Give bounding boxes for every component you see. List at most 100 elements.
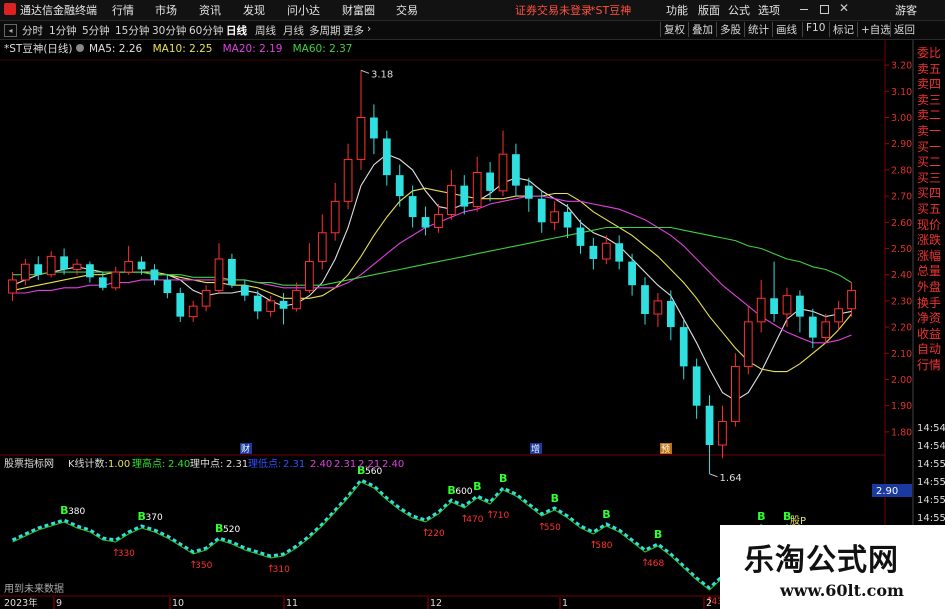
menu-formula[interactable]: 公式 (728, 2, 750, 18)
stock-label: *ST豆神(日线) (4, 42, 73, 55)
candle-body-up (446, 185, 456, 215)
multi-stock-button[interactable]: 多股 (716, 22, 744, 37)
low-value: 2.31 (283, 459, 305, 470)
maximize-icon[interactable] (820, 5, 829, 14)
indicator-extra-value: 2.31 (334, 459, 356, 470)
candle-body-up (653, 300, 663, 315)
y-tick-label: 3.00 (891, 113, 912, 124)
candle-body-up (188, 305, 198, 318)
candle-body-down (524, 185, 533, 199)
menu-quotes[interactable]: 行情 (112, 2, 134, 18)
menu-layout[interactable]: 版面 (698, 2, 720, 18)
date-label: 12 (430, 598, 442, 609)
kline-chart[interactable]: B 380 B 370B 520B 560B 600 BBBBBB B↑330↑350 ↑310↑… (0, 40, 945, 609)
buy-signal-marker: B (473, 480, 481, 493)
menu-function[interactable]: 功能 (666, 2, 688, 18)
candle-body-down (589, 245, 598, 259)
period-tab-5min[interactable]: 5分钟 (82, 23, 110, 38)
candle-body-down (808, 316, 817, 338)
menu-discover[interactable]: 发现 (243, 2, 265, 18)
candle-body-up (343, 158, 353, 202)
candle-body-up (72, 263, 82, 270)
k-count-value: 1.00 (108, 459, 130, 470)
add-watchlist-button[interactable]: +自选 (857, 22, 894, 37)
candle-body-up (498, 153, 508, 192)
trough-label: 710 (492, 511, 509, 521)
menu-options[interactable]: 选项 (758, 2, 780, 18)
tick-time: 14:55 (917, 459, 945, 470)
menu-trade[interactable]: 交易 (396, 2, 418, 18)
app-logo-icon (4, 3, 16, 15)
indicator-value-box-text: 2.90 (876, 486, 898, 497)
quote-panel: 委比 卖五 卖四 卖三 卖二 卖一 买一 买二 买三 买四 买五 现价 涨跌 涨幅 总量 外盘 换手 净资 收益 自动… (917, 46, 945, 373)
restore-rights-button[interactable]: 复权 (660, 22, 688, 37)
candle-body-up (834, 308, 844, 323)
tick-time: 14:55 (917, 495, 945, 506)
quote-panel-label: 卖一 (917, 123, 942, 138)
candle-body-up (601, 242, 611, 260)
y-tick-label: 2.70 (891, 192, 912, 203)
trough-label: 220 (428, 529, 445, 539)
quote-panel-label: 涨跌 (917, 233, 942, 248)
candle-body-down (576, 227, 585, 246)
candle-body-up (46, 255, 56, 276)
quote-panel-label: 收益 (917, 326, 942, 341)
login-status[interactable]: 证券交易未登录 (515, 2, 592, 18)
trough-label: 330 (118, 549, 135, 559)
quote-panel-label: 现价 (917, 217, 942, 232)
period-tab-monthly[interactable]: 月线 (283, 23, 304, 38)
quote-panel-label: 外盘 (917, 279, 942, 294)
tick-time: 14:54 (917, 441, 945, 452)
low-pointer (709, 473, 718, 478)
candle-body-down (692, 366, 701, 406)
quote-panel-label: 卖三 (917, 92, 942, 107)
period-tab-weekly[interactable]: 周线 (255, 23, 276, 38)
date-label: 2023年 (4, 597, 38, 609)
return-button[interactable]: 返回 (890, 22, 918, 37)
candle-body-up (821, 321, 831, 339)
candle-body-down (240, 285, 249, 296)
tick-time: 14:54 (917, 423, 945, 434)
trough-label: 470 (466, 515, 483, 525)
candle-body-down (421, 217, 430, 228)
buy-signal-marker: B (551, 492, 559, 505)
period-tab-1min[interactable]: 1分钟 (49, 23, 77, 38)
menu-news[interactable]: 资讯 (199, 2, 221, 18)
period-tab-multi[interactable]: 多周期 (309, 23, 341, 38)
user-label[interactable]: 游客 (895, 2, 917, 18)
indicator-title: 股票指标网 (4, 457, 54, 470)
period-tab-60min[interactable]: 60分钟 (189, 23, 223, 38)
menu-ask[interactable]: 问小达 (287, 2, 320, 18)
quote-panel-label: 换手 (917, 295, 942, 310)
buy-signal-marker: B (602, 508, 610, 521)
high-value: 2.40 (168, 459, 190, 470)
quote-panel-label: 买三 (917, 170, 942, 185)
ma-legend-ma60: MA60: 2.37 (293, 43, 353, 55)
candle-body-up (730, 365, 740, 422)
high-label: 3.18 (371, 69, 393, 80)
mark-button[interactable]: 标记 (829, 22, 857, 37)
footer-note: 用到未来数据 (4, 582, 64, 595)
date-label: 10 (172, 598, 184, 609)
draw-line-button[interactable]: 画线 (772, 22, 800, 37)
back-icon[interactable]: ◂ (4, 24, 17, 37)
close-icon[interactable]: ✕ (839, 1, 849, 15)
period-tab-more[interactable]: 更多 (343, 23, 364, 38)
menu-market[interactable]: 市场 (155, 2, 177, 18)
candle-body-down (228, 258, 236, 286)
indicator-extra-value: 2.21 (358, 459, 380, 470)
overlay-button[interactable]: 叠加 (688, 22, 716, 37)
period-tab-daily[interactable]: 日线 (226, 23, 247, 38)
candle-body-down (34, 264, 43, 275)
period-tab-intraday[interactable]: 分时 (22, 23, 43, 38)
period-tab-15min[interactable]: 15分钟 (115, 23, 149, 38)
candle-body-up (782, 295, 792, 315)
period-tab-30min[interactable]: 30分钟 (152, 23, 186, 38)
f10-button[interactable]: F10 (802, 22, 828, 37)
stats-button[interactable]: 统计 (744, 22, 772, 37)
buy-signal-marker: B (499, 472, 507, 485)
mid-value: 2.31 (226, 459, 248, 470)
minimize-icon[interactable] (800, 9, 808, 10)
menu-wealth[interactable]: 财富圈 (342, 2, 375, 18)
quote-panel-label: 卖四 (917, 77, 942, 92)
